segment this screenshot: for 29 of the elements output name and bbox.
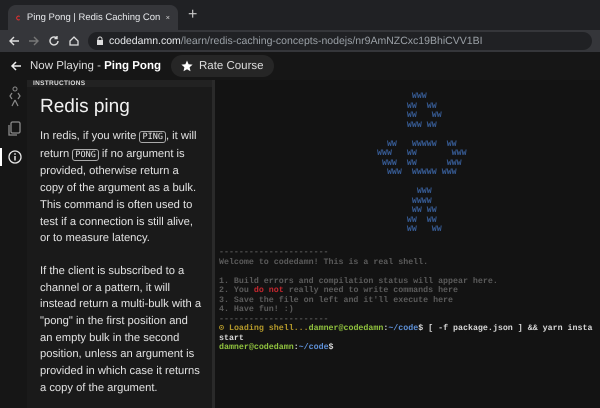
- reload-icon[interactable]: [48, 35, 60, 47]
- address-bar[interactable]: codedamn.com/learn/redis-caching-concepts-nodejs/nr9AmNZCxc19BhiCVV1BI: [88, 32, 592, 50]
- now-playing-text: Now Playing - Ping Pong: [30, 60, 161, 72]
- files-icon[interactable]: [7, 121, 22, 136]
- terminal-line: ----------------------: [219, 248, 330, 258]
- terminal-line: start: [219, 334, 245, 343]
- ascii-art: WWW WW WW WW WW WWW WW WW WWWWW WW WWW WW WWW WWW WW WWW WWW WWWWW WWW WWW WWWW WW WW WW WW WW WW: [377, 92, 467, 236]
- terminal-line: damner@codedamn:~/code$: [219, 343, 335, 352]
- instruction-paragraph: If the client is subscribed to a channel or a pattern, it will instead return a multi-bulk with a "pong" in the first position and an empty bulk in the second position, unless an argument is provided in which case it returns a copy of the argument.: [40, 264, 202, 396]
- rate-course-button[interactable]: Rate Course: [171, 55, 274, 77]
- forward-icon[interactable]: [28, 35, 40, 47]
- terminal-line: ⊙ Loading shell...damner@codedamn:~/code$ [ -f package.json ] && yarn insta: [219, 324, 594, 334]
- mascot-icon[interactable]: [6, 86, 22, 107]
- back-icon[interactable]: [10, 60, 22, 72]
- instruction-title: Redis ping: [40, 96, 131, 118]
- lock-icon: [96, 36, 104, 46]
- terminal-line: 2. You do not really need to write commands here: [219, 286, 458, 296]
- terminal-line: 4. Have fun! :): [219, 305, 295, 314]
- new-tab-button[interactable]: +: [188, 6, 198, 24]
- browser-tab[interactable]: Ping Pong | Redis Caching Con: [8, 5, 178, 30]
- home-icon[interactable]: [68, 35, 80, 47]
- terminal-line: 3. Save the file on left and it'll execute here: [219, 296, 454, 304]
- info-icon[interactable]: [8, 150, 22, 164]
- star-icon: [181, 60, 193, 72]
- instruction-paragraph: In redis, if you write PING , it will return PONG if no argument is provided, otherwise return a copy of the argument as a bulk. This command is often used to test if a connection is still alive, or to measure latency.: [40, 129, 198, 246]
- back-icon[interactable]: [8, 35, 20, 47]
- terminal-line: ----------------------: [219, 314, 330, 324]
- terminal-line: 1. Build errors and compilation status will appear here.: [219, 276, 499, 286]
- terminal-line: Welcome to codedamn! This is a real shell.: [219, 258, 430, 267]
